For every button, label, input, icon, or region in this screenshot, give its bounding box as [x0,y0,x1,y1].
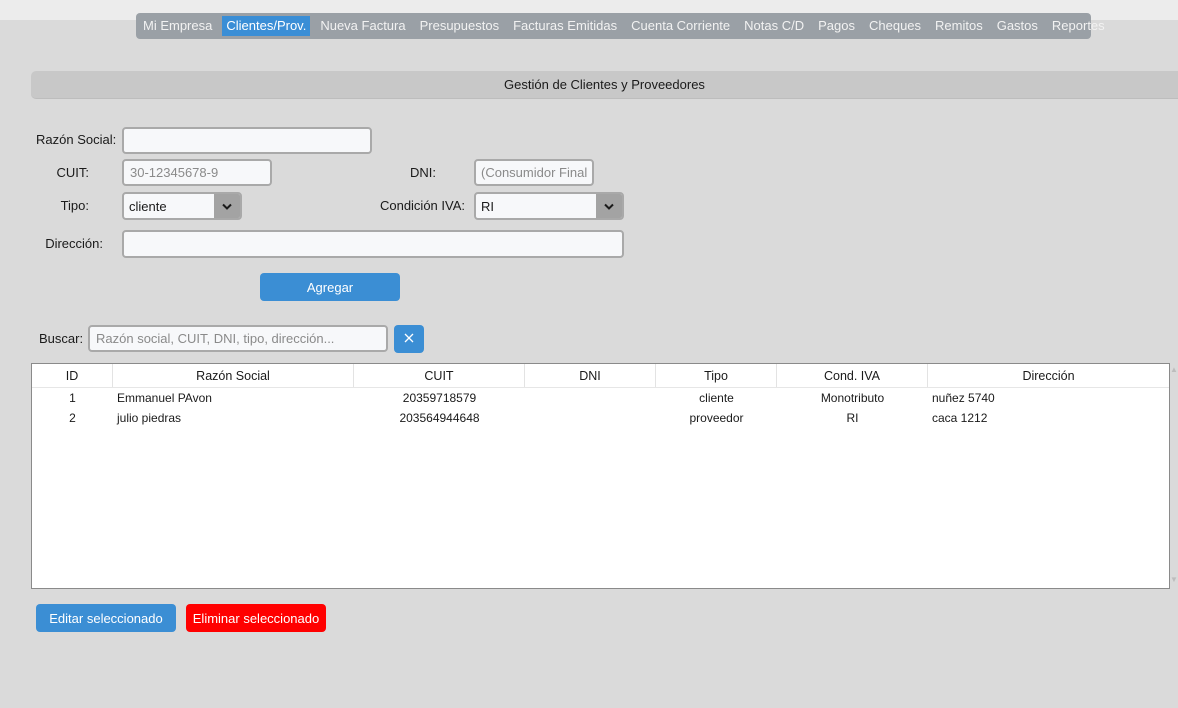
column-header-direccion[interactable]: Dirección [928,364,1169,387]
column-header-razon-social[interactable]: Razón Social [113,364,354,387]
cell-cond-iva: RI [846,411,859,425]
table-row[interactable]: 1 Emmanuel PAvon 20359718579 cliente Mon… [32,388,1169,408]
cell-razon-social: julio piedras [117,411,182,425]
cell-id: 1 [69,391,76,405]
nav-item-remitos[interactable]: Remitos [931,16,987,36]
buscar-label: Buscar: [39,331,84,346]
cell-dni [525,408,656,428]
cell-id: 2 [69,411,76,425]
search-input[interactable] [88,325,388,352]
table-scrollbar[interactable]: ▲ ▼ [1170,363,1178,589]
cuit-input[interactable] [122,159,272,186]
nav-item-nueva-factura[interactable]: Nueva Factura [316,16,409,36]
cell-cond-iva: Monotributo [820,391,885,405]
tipo-select[interactable]: cliente [122,192,242,220]
agregar-button[interactable]: Agregar [260,273,400,301]
table-header: ID Razón Social CUIT DNI Tipo Cond. IVA … [32,364,1169,388]
cell-tipo: proveedor [689,411,744,425]
dni-label: DNI: [410,165,436,180]
nav-item-cuenta-corriente[interactable]: Cuenta Corriente [627,16,734,36]
cuit-label: CUIT: [56,165,90,180]
edit-selected-button[interactable]: Editar seleccionado [36,604,176,632]
condicion-iva-select-value: RI [481,198,494,214]
section-title: Gestión de Clientes y Proveedores [31,71,1178,99]
condicion-iva-label: Condición IVA: [379,198,465,213]
nav-item-cheques[interactable]: Cheques [865,16,925,36]
clients-table[interactable]: ID Razón Social CUIT DNI Tipo Cond. IVA … [31,363,1170,589]
column-header-cuit[interactable]: CUIT [354,364,525,387]
cell-dni [525,388,656,408]
cell-cuit: 203564944648 [399,411,480,425]
cell-direccion: nuñez 5740 [932,391,995,405]
razon-social-label: Razón Social: [36,132,117,147]
tipo-select-value: cliente [129,198,167,214]
nav-item-reportes[interactable]: Reportes [1048,16,1109,36]
cell-direccion: caca 1212 [932,411,988,425]
chevron-down-icon [214,194,240,218]
column-header-dni[interactable]: DNI [525,364,656,387]
tipo-label: Tipo: [60,198,89,213]
nav-item-facturas-emitidas[interactable]: Facturas Emitidas [509,16,621,36]
scroll-up-icon[interactable]: ▲ [1170,365,1178,375]
direccion-input[interactable] [122,230,624,258]
column-header-tipo[interactable]: Tipo [656,364,777,387]
nav-item-notas-cd[interactable]: Notas C/D [740,16,808,36]
clear-search-button[interactable] [394,325,424,353]
delete-selected-button[interactable]: Eliminar seleccionado [186,604,326,632]
chevron-down-icon [596,194,622,218]
table-row[interactable]: 2 julio piedras 203564944648 proveedor R… [32,408,1169,428]
scroll-down-icon[interactable]: ▼ [1170,575,1178,585]
direccion-label: Dirección: [45,236,103,251]
main-nav-bar: Mi Empresa Clientes/Prov. Nueva Factura … [136,13,1105,39]
close-icon [403,332,415,347]
nav-item-gastos[interactable]: Gastos [993,16,1042,36]
nav-item-presupuestos[interactable]: Presupuestos [416,16,504,36]
cell-tipo: cliente [699,391,734,405]
nav-item-mi-empresa[interactable]: Mi Empresa [139,16,216,36]
dni-input[interactable] [474,159,594,186]
nav-item-clientes-prov[interactable]: Clientes/Prov. [222,16,311,36]
column-header-cond-iva[interactable]: Cond. IVA [777,364,928,387]
cell-cuit: 20359718579 [402,391,477,405]
razon-social-input[interactable] [122,127,372,154]
condicion-iva-select[interactable]: RI [474,192,624,220]
column-header-id[interactable]: ID [32,364,113,387]
cell-razon-social: Emmanuel PAvon [117,391,212,405]
nav-item-pagos[interactable]: Pagos [814,16,859,36]
